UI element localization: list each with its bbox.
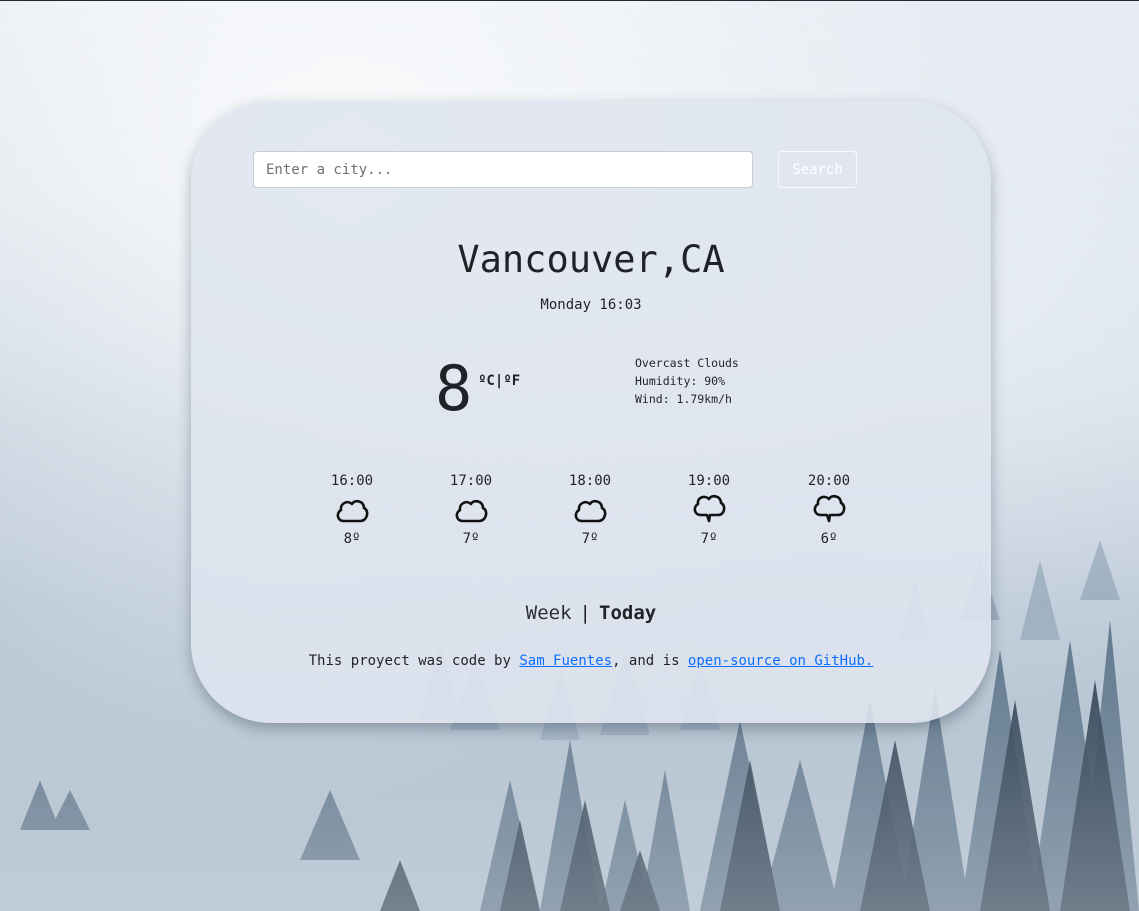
forecast-item: 20:00 6º bbox=[799, 472, 859, 548]
today-toggle[interactable]: Today bbox=[599, 602, 656, 624]
chat-cloud-icon bbox=[679, 492, 739, 528]
forecast-time: 18:00 bbox=[568, 473, 612, 489]
forecast-item: 18:00 7º bbox=[560, 472, 620, 548]
city-search-input[interactable] bbox=[253, 151, 753, 188]
weather-card: Search Vancouver,CA Monday 16:03 8 ºC|ºF… bbox=[191, 101, 991, 723]
unit-switcher: ºC|ºF bbox=[478, 373, 520, 389]
forecast-temp: 7º bbox=[700, 531, 718, 547]
current-datetime: Monday 16:03 bbox=[540, 297, 642, 313]
cloud-icon bbox=[322, 492, 382, 528]
hourly-forecast: 16:00 8º 17:00 7º 18:00 7º 19:00 7º 20:0… bbox=[191, 472, 991, 562]
top-border-line bbox=[0, 0, 1139, 1]
weather-description: Overcast Clouds bbox=[635, 356, 739, 370]
weather-details: Overcast Clouds Humidity: 90% Wind: 1.79… bbox=[635, 354, 739, 408]
view-toggle: Week | Today bbox=[191, 602, 991, 624]
forecast-item: 17:00 7º bbox=[441, 472, 501, 548]
wind-value: Wind: 1.79km/h bbox=[635, 392, 732, 406]
cloud-icon bbox=[560, 492, 620, 528]
celsius-link[interactable]: ºC bbox=[478, 373, 495, 389]
forecast-time: 19:00 bbox=[687, 473, 731, 489]
current-temperature: 8 bbox=[435, 352, 473, 425]
author-link[interactable]: Sam Fuentes bbox=[519, 653, 612, 669]
forecast-item: 19:00 7º bbox=[679, 472, 739, 548]
chat-cloud-icon bbox=[799, 492, 859, 528]
humidity-value: Humidity: 90% bbox=[635, 374, 726, 388]
footer-text-before: This proyect was code by bbox=[308, 653, 520, 669]
forecast-temp: 8º bbox=[343, 531, 361, 547]
forecast-time: 20:00 bbox=[807, 473, 851, 489]
fahrenheit-link[interactable]: ºF bbox=[503, 373, 520, 389]
footer-credits: This proyect was code by Sam Fuentes, an… bbox=[191, 653, 991, 669]
forecast-temp: 7º bbox=[581, 531, 599, 547]
github-link[interactable]: open-source on GitHub. bbox=[688, 653, 873, 669]
forecast-time: 16:00 bbox=[330, 473, 374, 489]
week-toggle[interactable]: Week bbox=[526, 602, 572, 624]
city-name: Vancouver,CA bbox=[457, 238, 725, 281]
search-button[interactable]: Search bbox=[778, 151, 857, 188]
footer-text-middle: , and is bbox=[612, 653, 688, 669]
cloud-icon bbox=[441, 492, 501, 528]
forecast-temp: 6º bbox=[820, 531, 838, 547]
toggle-separator: | bbox=[579, 602, 591, 624]
forecast-temp: 7º bbox=[462, 531, 480, 547]
forecast-item: 16:00 8º bbox=[322, 472, 382, 548]
forecast-time: 17:00 bbox=[449, 473, 493, 489]
